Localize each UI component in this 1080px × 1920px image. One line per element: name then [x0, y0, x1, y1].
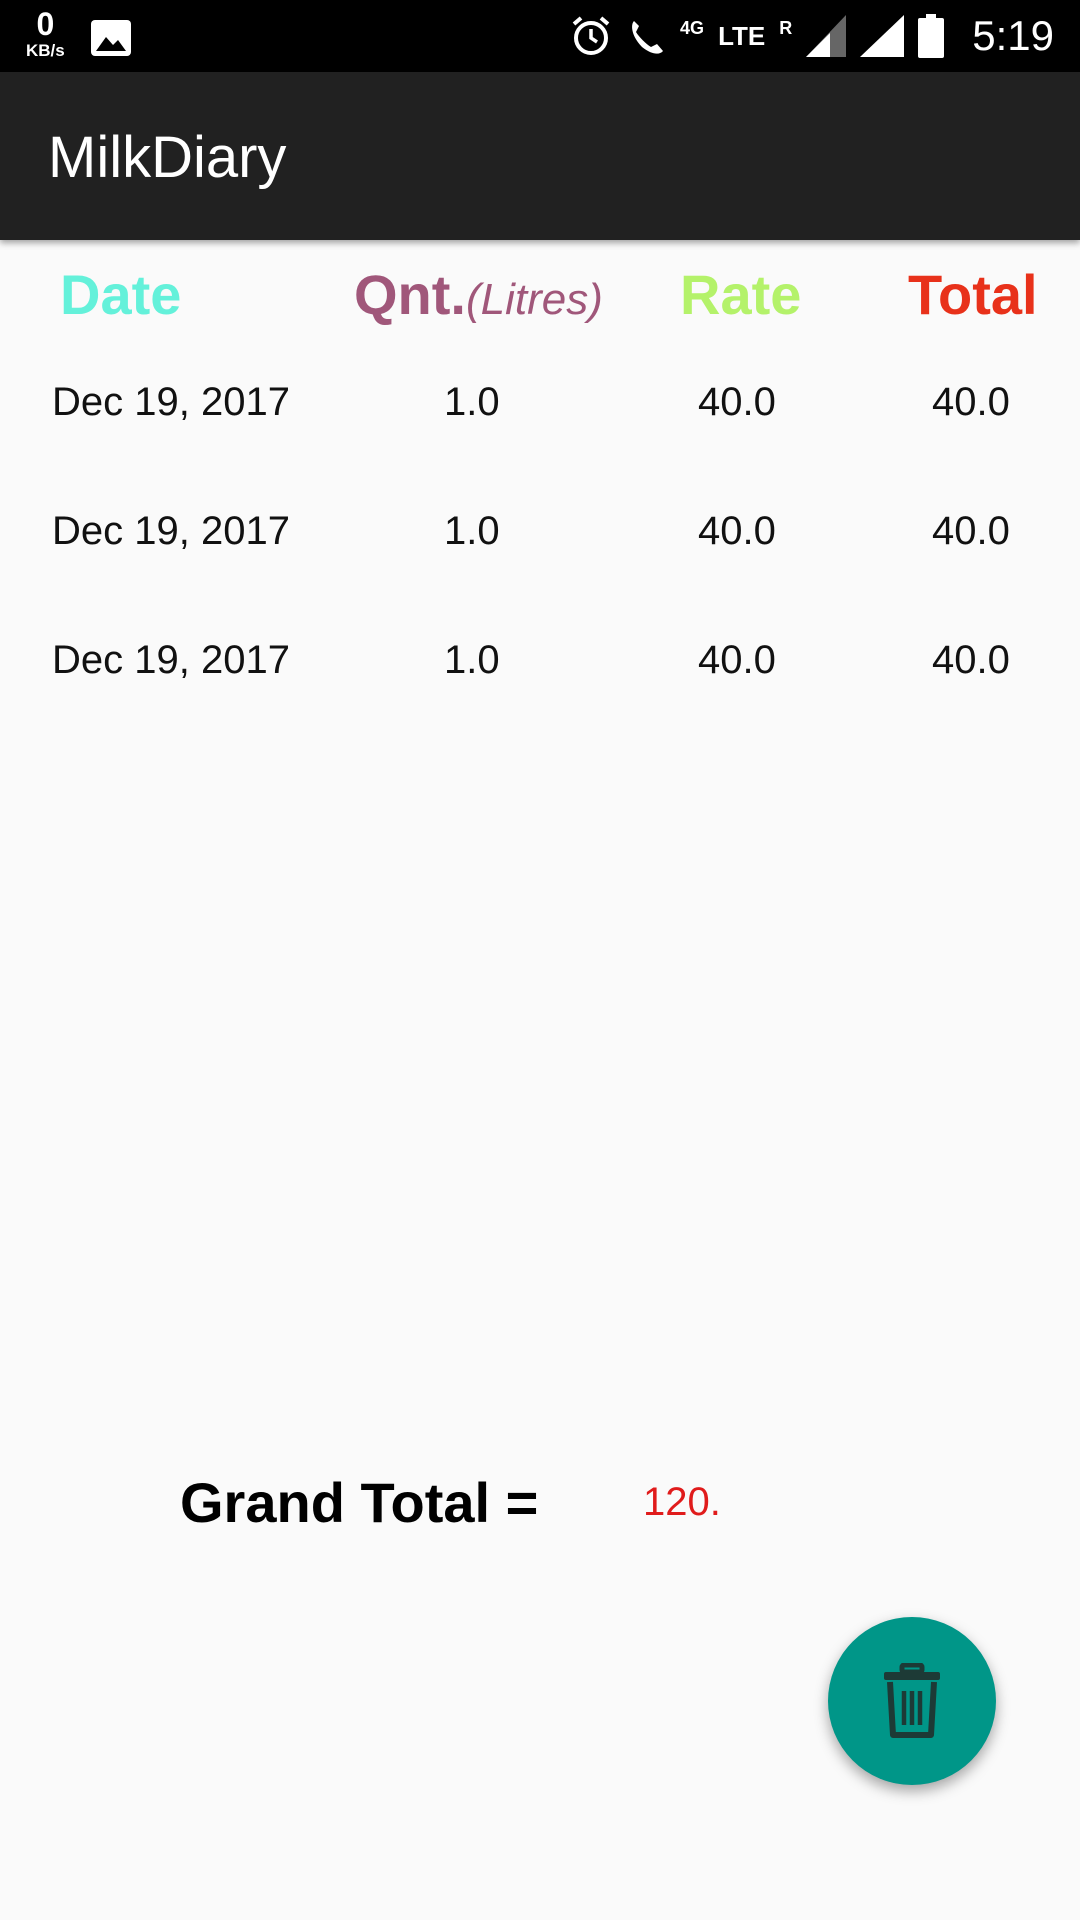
- row-total: 40.0: [932, 509, 1010, 553]
- header-date: Date: [60, 263, 182, 326]
- net-speed-indicator: 0 KB/s: [26, 8, 65, 59]
- trash-icon: [884, 1663, 940, 1738]
- header-qnt-unit: (Litres): [465, 275, 603, 324]
- delete-fab-button[interactable]: [828, 1617, 996, 1785]
- network-lte-label: LTE: [718, 20, 766, 51]
- row-qnt: 1.0: [444, 638, 500, 682]
- signal-icon: [860, 15, 905, 57]
- row-rate: 40.0: [698, 380, 776, 424]
- table-row[interactable]: Dec 19, 2017 1.0 40.0 40.0: [0, 370, 1080, 499]
- row-rate: 40.0: [698, 638, 776, 682]
- header-qnt-label: Qnt.: [354, 263, 466, 326]
- wifi-call-icon: [632, 21, 664, 54]
- header-rate: Rate: [680, 263, 802, 326]
- app-title: MilkDiary: [48, 125, 287, 190]
- network-4g-label: 4G: [680, 17, 705, 38]
- alarm-icon: [572, 16, 610, 55]
- signal-icon: [806, 15, 847, 57]
- row-date: Dec 19, 2017: [52, 638, 290, 682]
- table-row[interactable]: Dec 19, 2017 1.0 40.0 40.0: [0, 499, 1080, 628]
- row-date: Dec 19, 2017: [52, 380, 290, 424]
- row-rate: 40.0: [698, 509, 776, 553]
- status-bar-right: 4G LTE R 5:19: [556, 0, 1054, 72]
- entries-list: Dec 19, 2017 1.0 40.0 40.0 Dec 19, 2017 …: [0, 370, 1080, 757]
- row-qnt: 1.0: [444, 509, 500, 553]
- roaming-label: R: [779, 17, 793, 38]
- status-bar-left: 0 KB/s: [26, 8, 131, 59]
- battery-icon: [918, 14, 945, 58]
- clock: 5:19: [972, 12, 1054, 59]
- header-total: Total: [908, 263, 1038, 326]
- row-total: 40.0: [932, 638, 1010, 682]
- image-icon: [90, 19, 131, 56]
- row-date: Dec 19, 2017: [52, 509, 290, 553]
- row-total: 40.0: [932, 380, 1010, 424]
- net-speed-value: 0: [36, 6, 55, 42]
- table-header: Date Qnt.(Litres) Rate Total: [0, 262, 1080, 332]
- grand-total-value: 120.: [643, 1480, 721, 1524]
- row-qnt: 1.0: [444, 380, 500, 424]
- net-speed-unit: KB/s: [26, 41, 65, 60]
- status-bar: 0 KB/s 4G LTE R 5:19: [0, 0, 1080, 72]
- header-qnt: Qnt.(Litres): [354, 262, 603, 327]
- table-row[interactable]: Dec 19, 2017 1.0 40.0 40.0: [0, 628, 1080, 757]
- app-bar: MilkDiary: [0, 72, 1080, 240]
- grand-total-label: Grand Total =: [180, 1471, 539, 1534]
